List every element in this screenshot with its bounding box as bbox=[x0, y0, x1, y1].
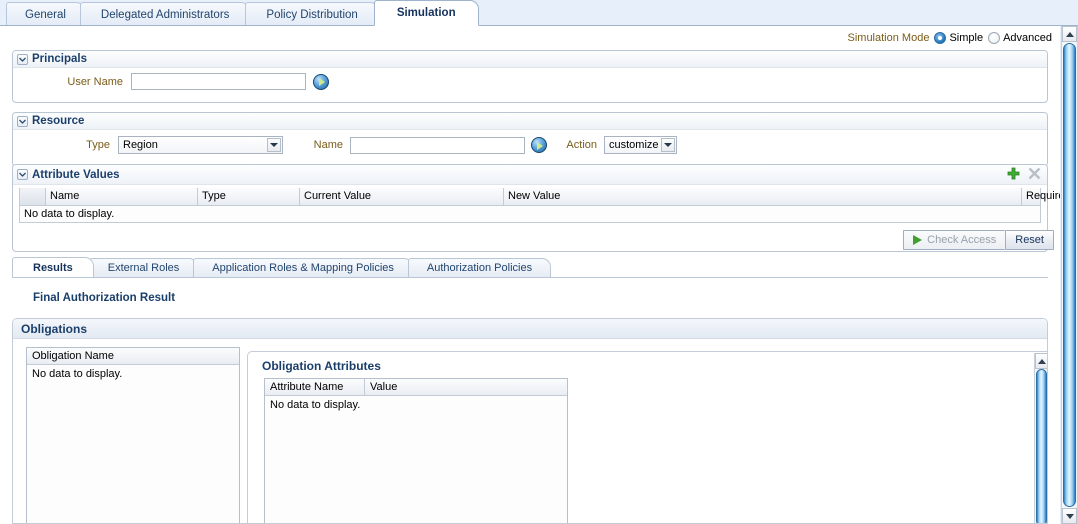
resource-name-search-icon[interactable] bbox=[531, 137, 547, 153]
col-required[interactable]: Required bbox=[1021, 188, 1060, 206]
obligation-attributes-scrollbar[interactable] bbox=[1034, 353, 1047, 523]
play-triangle-icon bbox=[913, 235, 923, 245]
tab-simulation[interactable]: Simulation bbox=[373, 0, 479, 26]
obligations-panel: Obligations Obligation Name No data to d… bbox=[12, 318, 1048, 524]
page-scrollbar[interactable] bbox=[1061, 26, 1078, 524]
result-tabs-underline bbox=[12, 277, 1048, 278]
resource-name-input[interactable] bbox=[350, 136, 525, 154]
user-name-input[interactable] bbox=[131, 73, 306, 90]
scrollbar-thumb[interactable] bbox=[1036, 369, 1047, 523]
chevron-down-icon[interactable] bbox=[661, 138, 675, 152]
attribute-values-header-row: Name Type Current Value New Value Requir… bbox=[19, 188, 1060, 206]
simulation-mode-label: Simulation Mode bbox=[847, 32, 930, 44]
radio-simple-label: Simple bbox=[949, 32, 984, 44]
attribute-values-empty: No data to display. bbox=[19, 205, 1041, 223]
content-area: Simulation Mode Simple Advanced Principa… bbox=[0, 26, 1060, 524]
delete-x-icon bbox=[1028, 167, 1041, 180]
obligation-attributes-panel: Obligation Attributes Attribute Name Val… bbox=[247, 351, 1047, 523]
tab-delegated-administrators-label: Delegated Administrators bbox=[100, 8, 230, 21]
action-buttons: Check Access Reset bbox=[903, 230, 1054, 250]
obligation-attributes-empty: No data to display. bbox=[270, 399, 361, 411]
attribute-values-title: Attribute Values bbox=[32, 168, 120, 181]
user-name-label: User Name bbox=[67, 75, 123, 88]
resource-type-value: Region bbox=[123, 139, 158, 151]
result-tab-authorization-policies-label: Authorization Policies bbox=[426, 262, 533, 274]
resource-action-value: customize bbox=[609, 139, 659, 151]
obligation-attr-col-name[interactable]: Attribute Name bbox=[265, 379, 365, 395]
resource-name-label: Name bbox=[313, 139, 343, 151]
principals-header[interactable]: Principals bbox=[13, 51, 1047, 68]
resource-action-label: Action bbox=[566, 139, 597, 151]
attribute-values-table: Name Type Current Value New Value Requir… bbox=[19, 188, 1060, 206]
attribute-values-panel: Attribute Values Name Type Current Value… bbox=[12, 164, 1060, 252]
result-tab-external-roles[interactable]: External Roles bbox=[88, 258, 199, 277]
simulation-mode-option-advanced[interactable]: Advanced bbox=[988, 32, 1052, 44]
scroll-up-arrow-icon[interactable] bbox=[1062, 26, 1077, 42]
col-new-value[interactable]: New Value bbox=[503, 188, 1022, 206]
check-access-button[interactable]: Check Access bbox=[903, 230, 1006, 250]
tab-policy-distribution[interactable]: Policy Distribution bbox=[245, 2, 379, 26]
tab-general[interactable]: General bbox=[6, 2, 85, 26]
chevron-down-icon[interactable] bbox=[17, 115, 28, 127]
radio-advanced-label: Advanced bbox=[1003, 32, 1052, 44]
principals-title: Principals bbox=[32, 53, 87, 65]
obligations-title: Obligations bbox=[21, 321, 87, 336]
add-plus-icon[interactable] bbox=[1007, 167, 1020, 180]
result-tab-external-roles-label: External Roles bbox=[107, 262, 180, 274]
tab-simulation-label: Simulation bbox=[396, 7, 456, 19]
obligation-attributes-title: Obligation Attributes bbox=[262, 359, 381, 373]
simulation-page: General Delegated Administrators Policy … bbox=[0, 0, 1078, 524]
col-name[interactable]: Name bbox=[45, 188, 198, 206]
obligations-header: Obligations bbox=[13, 319, 1047, 339]
tab-general-label: General bbox=[25, 8, 66, 21]
chevron-down-icon[interactable] bbox=[17, 53, 28, 65]
tab-policy-distribution-label: Policy Distribution bbox=[266, 8, 358, 21]
col-current-value[interactable]: Current Value bbox=[299, 188, 504, 206]
resource-action-select[interactable]: customize bbox=[604, 136, 677, 154]
result-tab-application-roles[interactable]: Application Roles & Mapping Policies bbox=[193, 258, 413, 277]
simulation-mode-option-simple[interactable]: Simple bbox=[934, 32, 983, 44]
reset-button[interactable]: Reset bbox=[1005, 230, 1054, 250]
main-tab-list: General Delegated Administrators Policy … bbox=[6, 0, 479, 26]
resource-panel: Resource Type Region Name Action customi… bbox=[12, 112, 1048, 167]
obligation-name-column-header[interactable]: Obligation Name bbox=[27, 348, 239, 365]
result-tab-list: Results External Roles Application Roles… bbox=[12, 257, 552, 277]
radio-advanced-icon[interactable] bbox=[988, 32, 1001, 44]
obligation-name-empty: No data to display. bbox=[32, 368, 123, 380]
check-access-label: Check Access bbox=[927, 234, 997, 246]
resource-type-select[interactable]: Region bbox=[118, 136, 283, 154]
result-tab-results-label: Results bbox=[33, 261, 73, 274]
attribute-values-header[interactable]: Attribute Values bbox=[13, 165, 1047, 185]
tab-delegated-administrators[interactable]: Delegated Administrators bbox=[79, 2, 251, 26]
obligation-attributes-list[interactable]: Attribute Name Value No data to display. bbox=[264, 378, 568, 523]
result-tab-application-roles-label: Application Roles & Mapping Policies bbox=[212, 262, 394, 274]
main-tabstrip: General Delegated Administrators Policy … bbox=[0, 0, 1078, 26]
resource-type-label: Type bbox=[86, 139, 110, 151]
scroll-up-arrow-icon[interactable] bbox=[1035, 353, 1047, 369]
radio-simple-icon[interactable] bbox=[934, 32, 947, 44]
final-authorization-result-heading: Final Authorization Result bbox=[33, 292, 176, 304]
col-type[interactable]: Type bbox=[197, 188, 300, 206]
scrollbar-thumb[interactable] bbox=[1063, 43, 1076, 507]
user-name-search-icon[interactable] bbox=[313, 73, 329, 90]
scroll-down-arrow-icon[interactable] bbox=[1062, 508, 1077, 524]
col-select[interactable] bbox=[19, 188, 46, 206]
result-tab-results[interactable]: Results bbox=[12, 257, 94, 277]
result-tab-authorization-policies[interactable]: Authorization Policies bbox=[407, 258, 552, 277]
chevron-down-icon[interactable] bbox=[267, 138, 281, 152]
obligation-name-list[interactable]: Obligation Name No data to display. bbox=[26, 347, 240, 523]
chevron-down-icon[interactable] bbox=[17, 169, 28, 180]
resource-header[interactable]: Resource bbox=[13, 113, 1047, 130]
reset-label: Reset bbox=[1015, 234, 1044, 246]
resource-title: Resource bbox=[32, 115, 85, 127]
principals-panel: Principals User Name bbox=[12, 50, 1048, 103]
simulation-mode-bar: Simulation Mode Simple Advanced bbox=[847, 29, 1052, 47]
obligation-attr-col-value[interactable]: Value bbox=[365, 379, 567, 395]
